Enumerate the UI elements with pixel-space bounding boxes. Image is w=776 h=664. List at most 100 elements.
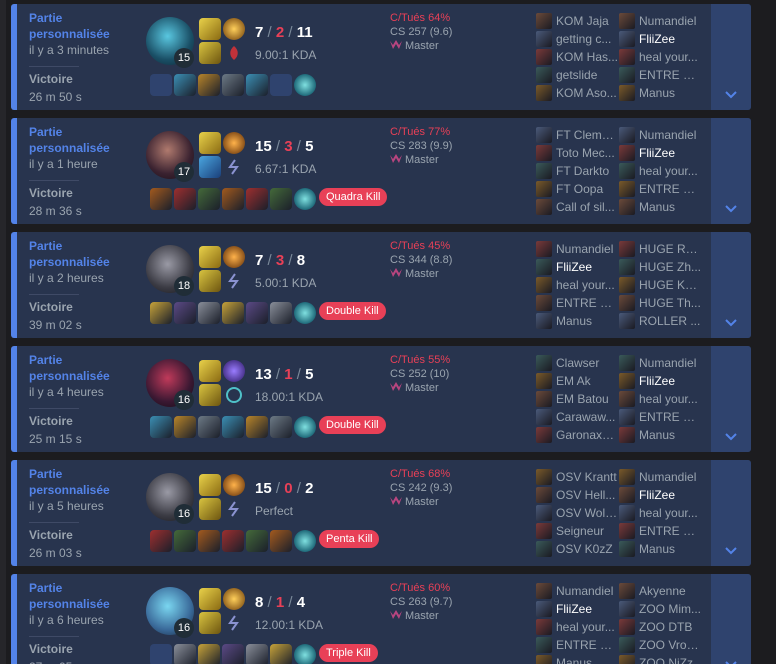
summoner-spell-secondary-icon[interactable] — [199, 384, 221, 406]
player-name[interactable]: ENTRE M... — [639, 68, 701, 82]
summoner-spell-flash-icon[interactable] — [199, 246, 221, 268]
empty-item-slot[interactable] — [150, 644, 172, 664]
player-row[interactable]: OSV Krantt — [536, 468, 618, 486]
keystone-rune-icon[interactable] — [223, 474, 245, 496]
player-row[interactable]: Toto Mec... — [536, 144, 618, 162]
player-row[interactable]: ZOO NiZz — [619, 654, 701, 664]
player-name[interactable]: ENTRE M... — [556, 296, 618, 310]
player-row[interactable]: Numandiel — [536, 240, 618, 258]
item-icon[interactable] — [198, 416, 220, 438]
player-row[interactable]: getting c... — [536, 30, 618, 48]
player-row[interactable]: FliiZee — [619, 486, 701, 504]
player-name[interactable]: Numandiel — [639, 128, 701, 142]
empty-item-slot[interactable] — [270, 74, 292, 96]
player-row[interactable]: HUGE Ro... — [619, 240, 701, 258]
player-row[interactable]: FliiZee — [619, 372, 701, 390]
player-name[interactable]: heal your... — [639, 50, 701, 64]
summoner-spell-secondary-icon[interactable] — [199, 498, 221, 520]
player-row[interactable]: FliiZee — [619, 30, 701, 48]
keystone-rune-icon[interactable] — [223, 246, 245, 268]
player-name[interactable]: HUGE Ka... — [639, 278, 701, 292]
player-name[interactable]: OSV K0zZ — [556, 542, 618, 556]
player-row[interactable]: Seigneur — [536, 522, 618, 540]
player-row[interactable]: heal your... — [619, 390, 701, 408]
expand-button[interactable] — [711, 118, 751, 224]
player-name[interactable]: EM Ak — [556, 374, 618, 388]
player-name[interactable]: FliiZee — [639, 374, 701, 388]
player-row[interactable]: heal your... — [619, 48, 701, 66]
player-name[interactable]: Seigneur — [556, 524, 618, 538]
item-icon[interactable] — [270, 416, 292, 438]
ward-trinket-icon[interactable] — [294, 416, 316, 438]
secondary-rune-icon[interactable] — [223, 42, 245, 64]
expand-button[interactable] — [711, 232, 751, 338]
expand-button[interactable] — [711, 346, 751, 452]
player-name[interactable]: Garonaxx... — [556, 428, 618, 442]
player-row[interactable]: ZOO DTB — [619, 618, 701, 636]
expand-button[interactable] — [711, 4, 751, 110]
summoner-spell-flash-icon[interactable] — [199, 474, 221, 496]
item-icon[interactable] — [222, 530, 244, 552]
item-icon[interactable] — [222, 416, 244, 438]
player-name[interactable]: ZOO NiZz — [639, 656, 701, 664]
keystone-rune-icon[interactable] — [223, 360, 245, 382]
player-row[interactable]: EM Batou — [536, 390, 618, 408]
player-row[interactable]: FliiZee — [536, 600, 618, 618]
player-name[interactable]: Numandiel — [556, 242, 618, 256]
item-icon[interactable] — [246, 302, 268, 324]
player-row[interactable]: getslide — [536, 66, 618, 84]
player-row[interactable]: KOM Jaja — [536, 12, 618, 30]
item-icon[interactable] — [150, 530, 172, 552]
secondary-rune-icon[interactable] — [223, 384, 245, 406]
player-row[interactable]: Akyenne — [619, 582, 701, 600]
player-name[interactable]: ZOO DTB — [639, 620, 701, 634]
player-name[interactable]: FT Darkto — [556, 164, 618, 178]
item-icon[interactable] — [198, 74, 220, 96]
player-row[interactable]: Carawaw... — [536, 408, 618, 426]
item-icon[interactable] — [150, 416, 172, 438]
player-row[interactable]: FliiZee — [536, 258, 618, 276]
player-name[interactable]: Manus — [556, 656, 618, 664]
player-row[interactable]: FT Darkto — [536, 162, 618, 180]
match-card-4[interactable]: Partie personnalisée il y a 4 heures Vic… — [11, 346, 751, 452]
player-row[interactable]: heal your... — [536, 618, 618, 636]
item-icon[interactable] — [270, 188, 292, 210]
player-row[interactable]: OSV K0zZ — [536, 540, 618, 558]
secondary-rune-icon[interactable] — [223, 270, 245, 292]
player-name[interactable]: FliiZee — [639, 32, 701, 46]
player-row[interactable]: ZOO Mim... — [619, 600, 701, 618]
player-row[interactable]: Clawser — [536, 354, 618, 372]
player-name[interactable]: ENTRE M... — [556, 638, 618, 652]
match-card-5[interactable]: Partie personnalisée il y a 5 heures Vic… — [11, 460, 751, 566]
player-name[interactable]: ZOO Vrou... — [639, 638, 701, 652]
item-icon[interactable] — [174, 74, 196, 96]
player-row[interactable]: Manus — [619, 540, 701, 558]
item-icon[interactable] — [198, 530, 220, 552]
summoner-spell-flash-icon[interactable] — [199, 588, 221, 610]
item-icon[interactable] — [246, 188, 268, 210]
ward-trinket-icon[interactable] — [294, 74, 316, 96]
ward-trinket-icon[interactable] — [294, 188, 316, 210]
player-name[interactable]: FT Cleme... — [556, 128, 618, 142]
player-name[interactable]: OSV Wolf... — [556, 506, 618, 520]
player-row[interactable]: HUGE Ka... — [619, 276, 701, 294]
summoner-spell-flash-icon[interactable] — [199, 18, 221, 40]
item-icon[interactable] — [174, 416, 196, 438]
player-row[interactable]: Manus — [536, 312, 618, 330]
player-name[interactable]: FliiZee — [639, 488, 701, 502]
summoner-spell-flash-icon[interactable] — [199, 360, 221, 382]
player-row[interactable]: heal your... — [536, 276, 618, 294]
player-row[interactable]: HUGE Th... — [619, 294, 701, 312]
player-name[interactable]: Manus — [556, 314, 618, 328]
player-name[interactable]: ENTRE M... — [639, 182, 701, 196]
item-icon[interactable] — [222, 188, 244, 210]
player-row[interactable]: Numandiel — [619, 126, 701, 144]
player-row[interactable]: Garonaxx... — [536, 426, 618, 444]
player-name[interactable]: Numandiel — [639, 470, 701, 484]
player-name[interactable]: FliiZee — [556, 260, 618, 274]
player-name[interactable]: HUGE Zh... — [639, 260, 701, 274]
item-icon[interactable] — [246, 74, 268, 96]
player-row[interactable]: KOM Aso... — [536, 84, 618, 102]
player-row[interactable]: ENTRE M... — [536, 636, 618, 654]
player-name[interactable]: KOM Aso... — [556, 86, 618, 100]
